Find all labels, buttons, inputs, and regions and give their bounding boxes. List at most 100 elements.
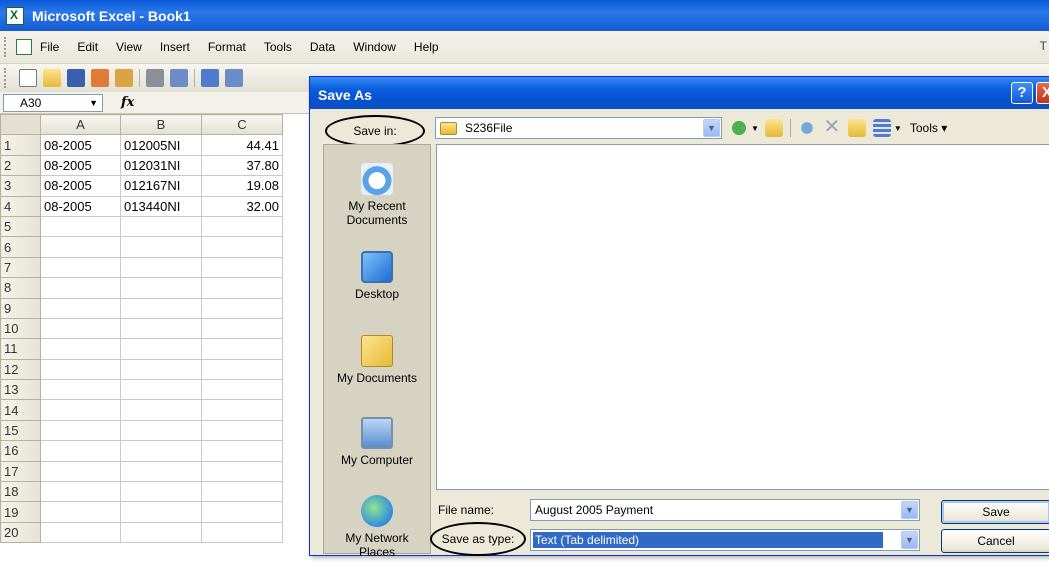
dropdown-arrow-icon[interactable]: ▼ — [89, 98, 98, 108]
column-header-c[interactable]: C — [201, 113, 283, 136]
insert-function-icon[interactable]: fx — [121, 95, 134, 110]
question-box-clipped[interactable]: T — [1040, 39, 1047, 53]
row-header[interactable]: 6 — [0, 236, 41, 258]
close-button[interactable]: X — [1036, 82, 1049, 104]
help-button[interactable]: ? — [1011, 82, 1033, 104]
cell-b[interactable] — [120, 297, 202, 319]
cell-b[interactable]: 012031NI — [120, 154, 202, 177]
cell-b[interactable]: 012167NI — [120, 175, 202, 197]
row-header[interactable]: 13 — [0, 379, 41, 401]
column-header-b[interactable]: B — [120, 113, 202, 136]
up-one-level-icon[interactable] — [764, 119, 783, 137]
cell-c[interactable] — [201, 419, 283, 442]
place-my-recent-documents[interactable]: My Recent Documents — [324, 163, 430, 227]
cell-a[interactable] — [40, 460, 121, 483]
cell-a[interactable] — [40, 419, 121, 442]
spelling-icon[interactable] — [201, 69, 219, 87]
cell-a[interactable] — [40, 379, 121, 401]
cell-b[interactable] — [120, 379, 202, 401]
save-as-type-dropdown[interactable]: Text (Tab delimited) ▼ — [530, 529, 920, 551]
cell-c[interactable]: 19.08 — [201, 175, 283, 197]
back-icon[interactable] — [730, 119, 748, 137]
select-all-corner[interactable] — [0, 113, 41, 136]
cell-c[interactable] — [201, 297, 283, 319]
dialog-title-bar[interactable]: Save As — [310, 77, 1049, 109]
menu-format[interactable]: Format — [208, 40, 246, 54]
save-button[interactable]: Save — [941, 500, 1049, 524]
place-my-documents[interactable]: My Documents — [324, 335, 430, 385]
row-header[interactable]: 9 — [0, 297, 41, 319]
cell-c[interactable]: 44.41 — [201, 134, 283, 156]
search-web-icon[interactable] — [797, 119, 816, 137]
chevron-down-icon[interactable]: ▼ — [901, 531, 918, 549]
cell-c[interactable] — [201, 317, 283, 340]
cell-b[interactable] — [120, 256, 202, 279]
row-header[interactable]: 19 — [0, 501, 41, 523]
row-header[interactable]: 7 — [0, 256, 41, 279]
row-header[interactable]: 16 — [0, 440, 41, 462]
place-my-network-places[interactable]: My Network Places — [324, 495, 430, 559]
cell-b[interactable] — [120, 358, 202, 381]
cell-c[interactable] — [201, 481, 283, 503]
row-header[interactable]: 11 — [0, 338, 41, 360]
back-dropdown-icon[interactable]: ▼ — [751, 124, 759, 133]
menu-insert[interactable]: Insert — [160, 40, 190, 54]
cell-a[interactable]: 08-2005 — [40, 175, 121, 197]
cell-a[interactable] — [40, 399, 121, 421]
cell-b[interactable] — [120, 501, 202, 523]
print-preview-icon[interactable] — [170, 69, 188, 87]
row-header[interactable]: 18 — [0, 481, 41, 503]
cell-b[interactable] — [120, 215, 202, 238]
row-header[interactable]: 3 — [0, 175, 41, 197]
row-header[interactable]: 8 — [0, 277, 41, 299]
cell-b[interactable] — [120, 440, 202, 462]
delete-icon[interactable]: ✕ — [823, 117, 841, 137]
workbook-icon[interactable] — [16, 39, 32, 55]
cell-c[interactable] — [201, 399, 283, 421]
menu-file[interactable]: File — [40, 40, 59, 54]
print-icon[interactable] — [146, 69, 164, 87]
cell-b[interactable] — [120, 399, 202, 421]
cell-b[interactable] — [120, 521, 202, 544]
cell-a[interactable] — [40, 338, 121, 360]
menu-window[interactable]: Window — [353, 40, 396, 54]
cell-b[interactable] — [120, 236, 202, 258]
menu-tools[interactable]: Tools — [264, 40, 292, 54]
row-header[interactable]: 1 — [0, 134, 41, 156]
menu-help[interactable]: Help — [414, 40, 439, 54]
open-icon[interactable] — [43, 69, 61, 87]
cell-b[interactable] — [120, 419, 202, 442]
cell-c[interactable] — [201, 521, 283, 544]
cell-c[interactable] — [201, 215, 283, 238]
row-header[interactable]: 4 — [0, 195, 41, 217]
row-header[interactable]: 20 — [0, 521, 41, 544]
cell-c[interactable]: 32.00 — [201, 195, 283, 217]
row-header[interactable]: 17 — [0, 460, 41, 483]
cell-c[interactable] — [201, 440, 283, 462]
views-icon[interactable] — [872, 119, 891, 137]
menu-grip-handle[interactable] — [4, 37, 10, 57]
cell-b[interactable] — [120, 481, 202, 503]
cell-a[interactable] — [40, 481, 121, 503]
cell-c[interactable] — [201, 256, 283, 279]
cancel-button[interactable]: Cancel — [941, 529, 1049, 553]
row-header[interactable]: 14 — [0, 399, 41, 421]
cell-b[interactable]: 012005NI — [120, 134, 202, 156]
cell-c[interactable] — [201, 460, 283, 483]
new-icon[interactable] — [19, 69, 37, 87]
views-dropdown-icon[interactable]: ▼ — [894, 124, 902, 133]
cell-b[interactable] — [120, 338, 202, 360]
excel-app-icon[interactable] — [6, 6, 24, 25]
cell-b[interactable]: 013440NI — [120, 195, 202, 217]
cell-c[interactable] — [201, 277, 283, 299]
menu-edit[interactable]: Edit — [77, 40, 98, 54]
cell-a[interactable] — [40, 215, 121, 238]
file-name-input[interactable]: August 2005 Payment ▼ — [530, 499, 920, 521]
name-box[interactable]: A30 ▼ — [3, 93, 103, 112]
tools-menu-button[interactable]: Tools ▾ — [910, 121, 947, 135]
cell-a[interactable] — [40, 277, 121, 299]
cell-c[interactable] — [201, 501, 283, 523]
cell-a[interactable] — [40, 317, 121, 340]
cell-c[interactable] — [201, 358, 283, 381]
place-desktop[interactable]: Desktop — [324, 251, 430, 301]
